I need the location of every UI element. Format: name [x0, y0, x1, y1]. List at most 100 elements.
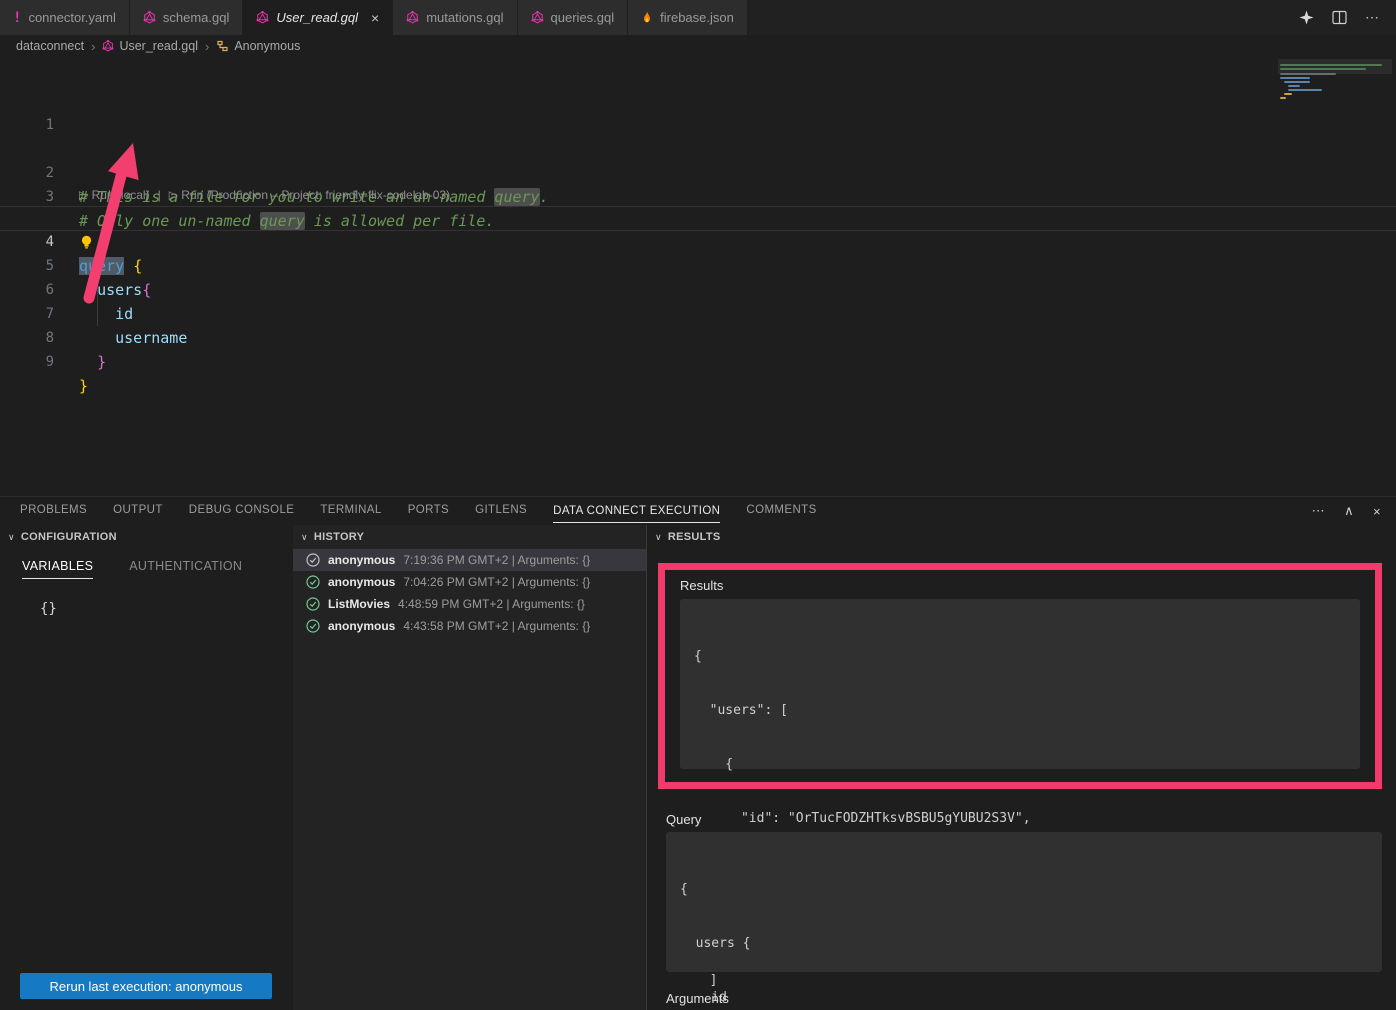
minimap-mark — [1280, 68, 1366, 70]
copilot-sparkle-icon[interactable] — [1299, 10, 1314, 25]
configuration-section: ∨ CONFIGURATION VARIABLES AUTHENTICATION… — [0, 525, 293, 1010]
history-item-detail: 7:19:36 PM GMT+2 | Arguments: {} — [403, 553, 590, 567]
chevron-down-icon: ∨ — [655, 532, 662, 543]
results-section: ∨ RESULTS Results { "users": [ { "id": "… — [647, 525, 1396, 1010]
results-json-box: { "users": [ { "id": "OrTucFODZHTksvBSBU… — [680, 599, 1360, 769]
panel-tab-terminal[interactable]: TERMINAL — [320, 504, 381, 518]
tab-label: firebase.json — [660, 10, 734, 25]
lightbulb-icon[interactable] — [80, 235, 93, 250]
history-item-name: anonymous — [328, 575, 395, 589]
panel-actions: ⋯ ∧ × — [1312, 503, 1396, 519]
close-icon[interactable]: × — [371, 11, 379, 25]
exclamation-icon: ! — [13, 10, 21, 26]
rerun-last-execution-button[interactable]: Rerun last execution: anonymous — [20, 973, 272, 999]
panel-tab-data-connect-execution[interactable]: DATA CONNECT EXECUTION — [553, 505, 720, 523]
tab-label: User_read.gql — [276, 10, 358, 25]
query-label: Query — [666, 812, 701, 827]
panel-tab-bar: PROBLEMS OUTPUT DEBUG CONSOLE TERMINAL P… — [0, 497, 1396, 525]
more-actions-icon[interactable]: ⋯ — [1365, 9, 1380, 26]
tab-user-read-gql[interactable]: User_read.gql × — [243, 0, 393, 35]
chevron-down-icon: ∨ — [8, 532, 15, 543]
line-number: 1 — [0, 113, 54, 137]
tab-label: schema.gql — [163, 10, 229, 25]
word-highlight: query — [494, 188, 539, 206]
history-section: ∨ HISTORY anonymous 7:19:36 PM GMT+2 | A… — [293, 525, 647, 1010]
chevron-right-icon: › — [91, 39, 95, 54]
history-item-name: anonymous — [328, 619, 395, 633]
close-panel-icon[interactable]: × — [1373, 504, 1381, 519]
check-circle-icon — [306, 619, 320, 633]
breadcrumb-folder[interactable]: dataconnect — [16, 39, 84, 53]
history-item-detail: 4:48:59 PM GMT+2 | Arguments: {} — [398, 597, 585, 611]
breadcrumb-symbol[interactable]: Anonymous — [216, 39, 300, 53]
graphql-icon — [406, 11, 419, 24]
symbol-operation-icon — [216, 40, 229, 52]
history-item[interactable]: ListMovies 4:48:59 PM GMT+2 | Arguments:… — [293, 593, 647, 615]
code-line-8: } — [79, 350, 106, 374]
code-lens: ▷ Run (local) | ▷ Run (Production – Proj… — [79, 185, 450, 206]
history-item-name: ListMovies — [328, 597, 390, 611]
code-lens-divider: | — [158, 185, 161, 206]
panel-tab-comments[interactable]: COMMENTS — [746, 504, 816, 518]
more-actions-icon[interactable]: ⋯ — [1312, 503, 1325, 519]
minimap-mark — [1280, 97, 1286, 99]
minimap-mark — [1284, 93, 1292, 95]
tab-authentication[interactable]: AUTHENTICATION — [129, 559, 242, 579]
configuration-header[interactable]: ∨ CONFIGURATION — [0, 525, 293, 549]
check-circle-icon — [306, 597, 320, 611]
code-line-9: } — [79, 374, 88, 398]
arguments-label: Arguments — [666, 991, 729, 1006]
breadcrumb-file-label: User_read.gql — [119, 39, 198, 53]
minimap-mark — [1280, 64, 1382, 66]
panel-tab-problems[interactable]: PROBLEMS — [20, 504, 87, 518]
breadcrumb-file[interactable]: User_read.gql — [102, 39, 198, 53]
chevron-down-icon: ∨ — [301, 532, 308, 543]
minimap-mark — [1280, 73, 1336, 75]
tab-queries-gql[interactable]: queries.gql — [518, 0, 629, 35]
run-local-link[interactable]: ▷ Run (local) — [79, 185, 150, 206]
maximize-panel-icon[interactable]: ∧ — [1344, 503, 1354, 519]
run-production-link[interactable]: ▷ Run (Production – Project: friendly-fl… — [169, 185, 450, 206]
tab-schema-gql[interactable]: schema.gql — [130, 0, 243, 35]
graphql-icon — [143, 11, 156, 24]
minimap-mark — [1288, 89, 1322, 91]
tab-variables[interactable]: VARIABLES — [22, 559, 93, 579]
history-item-detail: 4:43:58 PM GMT+2 | Arguments: {} — [403, 619, 590, 633]
history-item-detail: 7:04:26 PM GMT+2 | Arguments: {} — [403, 575, 590, 589]
tab-mutations-gql[interactable]: mutations.gql — [393, 0, 517, 35]
minimap-slider — [1278, 59, 1392, 74]
tab-firebase-json[interactable]: firebase.json — [628, 0, 748, 35]
graphql-icon — [102, 40, 114, 52]
check-circle-icon — [306, 553, 320, 567]
history-item[interactable]: anonymous 4:43:58 PM GMT+2 | Arguments: … — [293, 615, 647, 637]
tab-label: queries.gql — [551, 10, 615, 25]
split-editor-icon[interactable] — [1332, 10, 1347, 25]
graphql-icon — [531, 11, 544, 24]
panel-tab-ports[interactable]: PORTS — [408, 504, 449, 518]
editor-actions: ⋯ — [1299, 0, 1396, 35]
breadcrumb-symbol-label: Anonymous — [234, 39, 300, 53]
history-header[interactable]: ∨ HISTORY — [293, 525, 647, 549]
minimap[interactable] — [1278, 59, 1392, 131]
chevron-right-icon: › — [205, 39, 209, 54]
minimap-mark — [1288, 85, 1300, 87]
tab-label: connector.yaml — [28, 10, 115, 25]
results-label: Results — [680, 578, 1375, 593]
variables-value[interactable]: {} — [0, 579, 293, 617]
panel-tab-output[interactable]: OUTPUT — [113, 504, 163, 518]
minimap-mark — [1284, 81, 1310, 83]
minimap-mark — [1280, 77, 1310, 79]
code-editor[interactable]: 1 2 # This is a file for you to write an… — [0, 57, 1396, 496]
panel-tab-debug-console[interactable]: DEBUG CONSOLE — [189, 504, 295, 518]
history-item-name: anonymous — [328, 553, 395, 567]
editor-tab-bar: ! connector.yaml schema.gql User_read.gq… — [0, 0, 1396, 35]
panel-tab-gitlens[interactable]: GITLENS — [475, 504, 527, 518]
history-item[interactable]: anonymous 7:04:26 PM GMT+2 | Arguments: … — [293, 571, 647, 593]
indent-guide — [97, 254, 98, 326]
results-highlight-annotation: Results { "users": [ { "id": "OrTucFODZH… — [658, 563, 1382, 789]
results-header[interactable]: ∨ RESULTS — [647, 525, 1396, 549]
flame-icon — [641, 11, 653, 25]
history-item[interactable]: anonymous 7:19:36 PM GMT+2 | Arguments: … — [293, 549, 647, 571]
tab-connector-yaml[interactable]: ! connector.yaml — [0, 0, 130, 35]
breadcrumb: dataconnect › User_read.gql › Anonymous — [0, 35, 1396, 57]
